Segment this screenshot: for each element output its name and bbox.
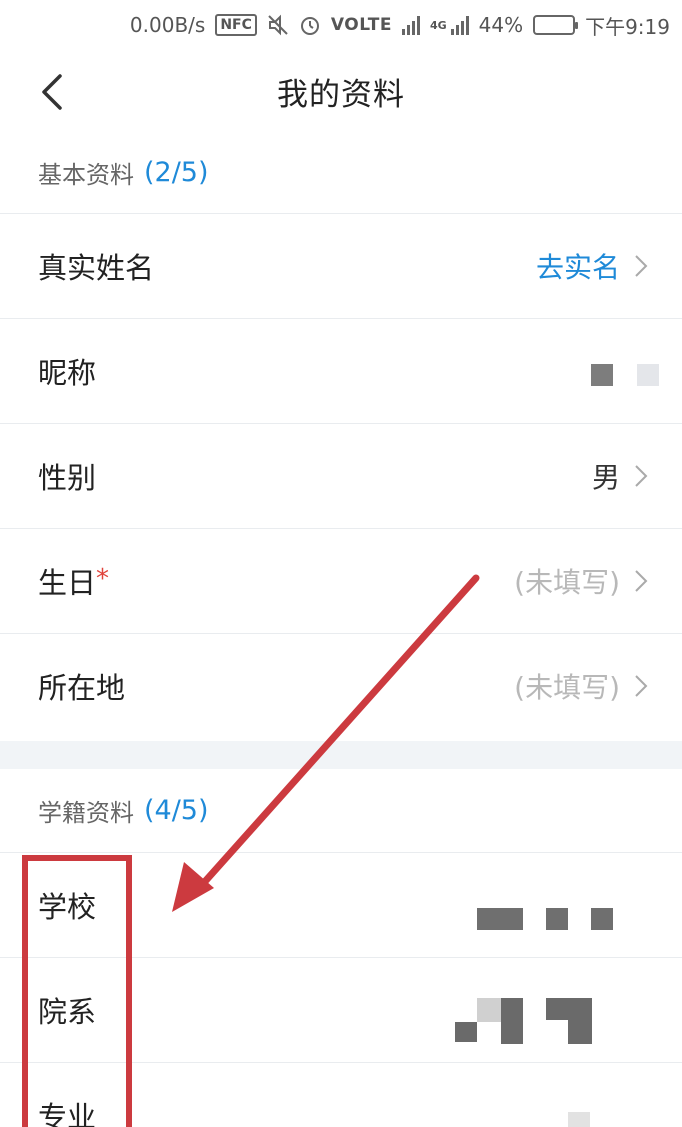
blurred-nickname bbox=[637, 364, 659, 386]
clock: 下午9:19 bbox=[585, 14, 670, 39]
row-label: 性别 bbox=[38, 461, 97, 495]
section-header-academic: 学籍资料 (4/5) bbox=[0, 788, 682, 832]
volte-label: VOLTE bbox=[330, 15, 392, 35]
signal-icon-2 bbox=[450, 15, 469, 35]
net-speed: 0.00B/s bbox=[129, 13, 206, 37]
section-header-basic: 基本资料 (2/5) bbox=[0, 150, 682, 194]
section-divider bbox=[0, 741, 682, 769]
blurred-department bbox=[568, 1020, 592, 1044]
row-value: 男 bbox=[592, 456, 648, 496]
row-nickname[interactable]: 昵称 bbox=[0, 318, 682, 423]
row-label: 所在地 bbox=[38, 671, 126, 705]
section-count: (2/5) bbox=[144, 156, 209, 188]
row-real-name[interactable]: 真实姓名 去实名 bbox=[0, 213, 682, 318]
blurred-department bbox=[455, 1022, 477, 1042]
mute-icon bbox=[268, 14, 288, 36]
row-value: 去实名 bbox=[536, 246, 648, 286]
page-title: 我的资料 bbox=[277, 76, 405, 113]
blurred-major bbox=[568, 1112, 590, 1127]
gender-value: 男 bbox=[591, 461, 620, 494]
row-label: 生日* bbox=[38, 564, 110, 600]
battery-icon bbox=[533, 15, 579, 35]
chevron-right-icon bbox=[635, 255, 648, 277]
verify-link[interactable]: 去实名 bbox=[536, 246, 620, 286]
required-mark: * bbox=[96, 564, 110, 594]
chevron-right-icon bbox=[635, 465, 648, 487]
signal-icon bbox=[401, 15, 420, 35]
blurred-department bbox=[477, 998, 501, 1022]
section-title: 基本资料 bbox=[38, 160, 134, 189]
blurred-department bbox=[501, 998, 523, 1044]
blurred-department bbox=[546, 998, 592, 1020]
blurred-school bbox=[546, 908, 568, 930]
blurred-school bbox=[591, 908, 613, 930]
row-value: (未填写) bbox=[514, 666, 648, 706]
nav-bar: 我的资料 bbox=[0, 50, 682, 132]
row-gender[interactable]: 性别 男 bbox=[0, 423, 682, 528]
blurred-nickname bbox=[591, 364, 613, 386]
location-value: (未填写) bbox=[514, 671, 620, 704]
back-arrow-icon[interactable] bbox=[34, 72, 70, 112]
chevron-right-icon bbox=[635, 675, 648, 697]
annotation-box bbox=[22, 855, 132, 1127]
status-bar: 0.00B/s NFC VOLTE 4G 44% 下午9:19 bbox=[0, 0, 682, 50]
row-label: 真实姓名 bbox=[38, 251, 155, 285]
row-label: 昵称 bbox=[38, 356, 97, 390]
battery-percent: 44% bbox=[478, 13, 524, 37]
blurred-school bbox=[477, 908, 523, 930]
nfc-icon: NFC bbox=[215, 14, 257, 36]
section-count: (4/5) bbox=[144, 794, 209, 826]
alarm-icon bbox=[300, 17, 319, 35]
network-type: 4G bbox=[429, 18, 447, 32]
section-title: 学籍资料 bbox=[38, 798, 134, 827]
birthday-value: (未填写) bbox=[514, 566, 620, 599]
chevron-right-icon bbox=[635, 570, 648, 592]
row-value: (未填写) bbox=[514, 561, 648, 601]
row-location[interactable]: 所在地 (未填写) bbox=[0, 633, 682, 738]
row-birthday[interactable]: 生日* (未填写) bbox=[0, 528, 682, 633]
